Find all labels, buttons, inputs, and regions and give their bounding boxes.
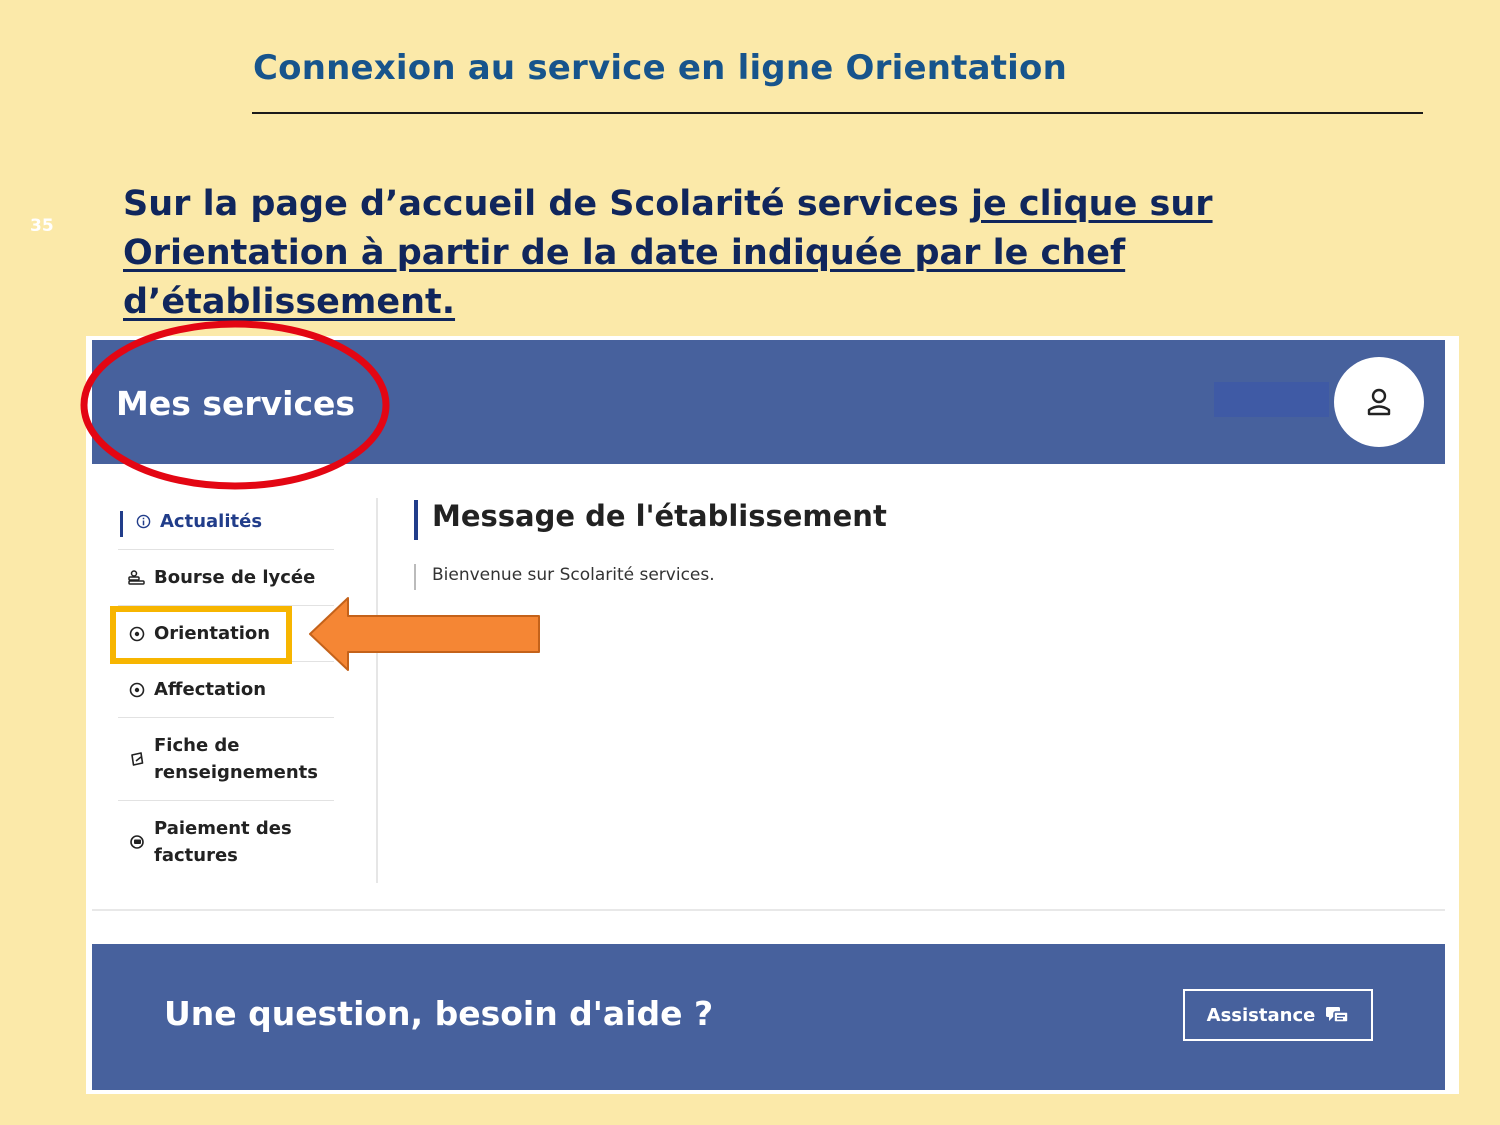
app-header: Mes services bbox=[92, 340, 1445, 464]
sidebar-item-actualites[interactable]: Actualités bbox=[118, 494, 334, 550]
user-button[interactable] bbox=[1334, 357, 1424, 447]
sidebar-divider bbox=[376, 498, 378, 883]
assistance-label: Assistance bbox=[1206, 1004, 1316, 1026]
header-block bbox=[1214, 382, 1329, 417]
edit-card-icon bbox=[128, 746, 146, 773]
content-area: Actualités Bourse de lycée Orientation A… bbox=[92, 464, 1445, 911]
chat-icon bbox=[1326, 1007, 1350, 1023]
sidebar-item-fiche-renseignements[interactable]: Fiche de renseignements bbox=[118, 718, 334, 801]
payment-icon bbox=[128, 829, 146, 856]
screenshot-card: Mes services Actualités Bourse de lycée bbox=[86, 336, 1459, 1094]
sidebar-item-affectation[interactable]: Affectation bbox=[118, 662, 334, 718]
sidebar-item-label-line1: Paiement des bbox=[154, 818, 292, 839]
sidebar-item-label: Paiement des factures bbox=[154, 815, 292, 869]
assistance-button[interactable]: Assistance bbox=[1183, 989, 1373, 1041]
scholarship-icon bbox=[128, 564, 146, 591]
orientation-highlight-box bbox=[110, 606, 292, 664]
instruction-text: Sur la page d’accueil de Scolarité servi… bbox=[123, 180, 1423, 327]
title-rule bbox=[252, 112, 1423, 114]
brand-title[interactable]: Mes services bbox=[116, 384, 355, 423]
sidebar-item-label: Actualités bbox=[160, 511, 263, 532]
sidebar-item-bourse[interactable]: Bourse de lycée bbox=[118, 550, 334, 606]
sidebar-item-label-line1: Fiche de bbox=[154, 735, 240, 756]
instruction-plain: Sur la page d’accueil de Scolarité servi… bbox=[123, 184, 971, 224]
page-number: 35 bbox=[30, 216, 54, 236]
sidebar-item-paiement-factures[interactable]: Paiement des factures bbox=[118, 801, 334, 883]
compass-icon bbox=[128, 676, 146, 703]
slide-title: Connexion au service en ligne Orientatio… bbox=[253, 48, 1067, 88]
sidebar-item-label: Affectation bbox=[154, 679, 267, 700]
sidebar-item-label-line2: factures bbox=[154, 845, 238, 866]
info-circle-icon bbox=[134, 508, 152, 535]
message-text: Bienvenue sur Scolarité services. bbox=[432, 565, 715, 585]
sidebar-item-label-line2: renseignements bbox=[154, 762, 318, 783]
help-footer: Une question, besoin d'aide ? Assistance bbox=[92, 944, 1445, 1090]
message-title: Message de l'établissement bbox=[432, 499, 887, 533]
sidebar-item-label: Fiche de renseignements bbox=[154, 732, 318, 786]
message-title-accent bbox=[414, 500, 418, 540]
user-icon bbox=[1367, 388, 1391, 416]
arrow-left-icon bbox=[309, 597, 540, 671]
sidebar-item-label: Bourse de lycée bbox=[154, 567, 316, 588]
sidebar: Actualités Bourse de lycée Orientation A… bbox=[118, 494, 334, 883]
help-question: Une question, besoin d'aide ? bbox=[164, 994, 714, 1033]
message-text-accent bbox=[414, 564, 416, 590]
